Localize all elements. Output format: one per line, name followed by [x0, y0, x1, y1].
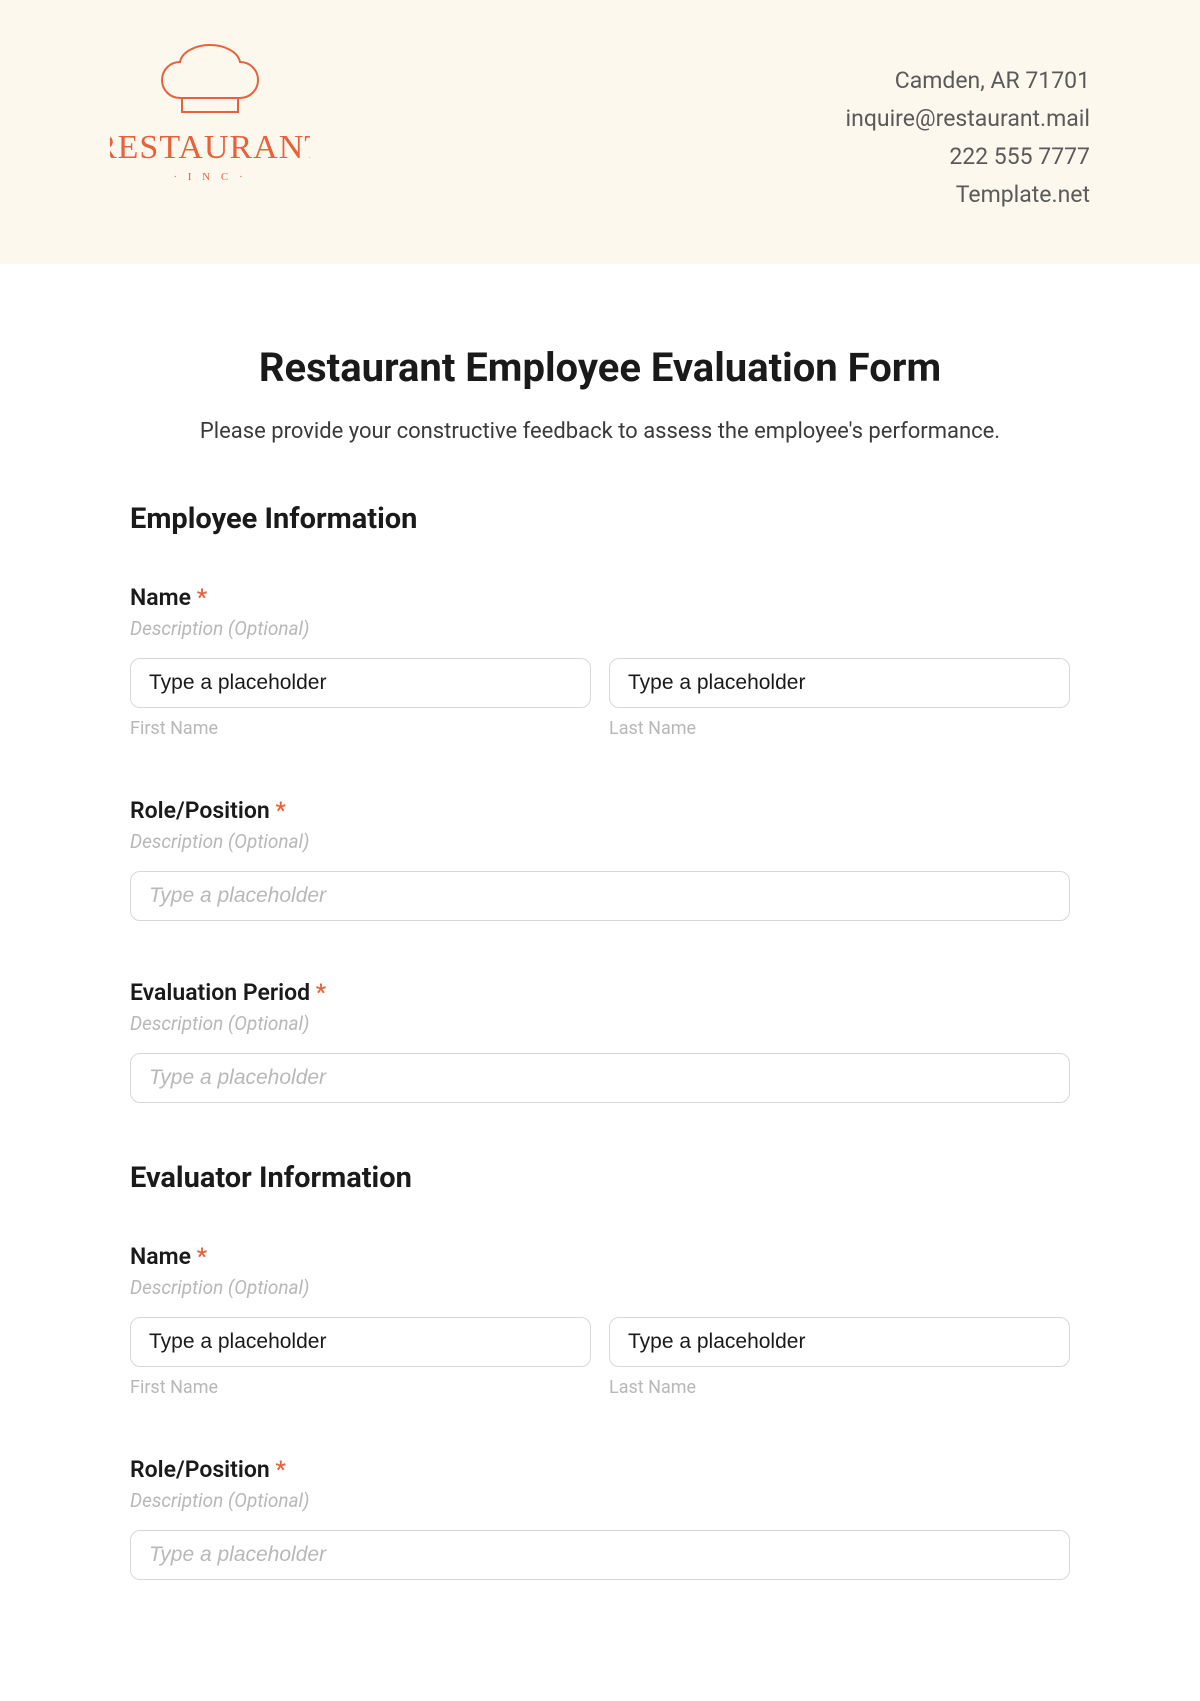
logo-text-main: RESTAURANT: [110, 129, 310, 166]
logo: RESTAURANT · I N C ·: [110, 40, 310, 205]
evaluator-role-input[interactable]: [130, 1530, 1070, 1580]
required-mark: *: [275, 1456, 285, 1483]
evaluator-first-name-input[interactable]: [130, 1317, 591, 1367]
sublabel-first-name: First Name: [130, 1377, 591, 1398]
label-evaluator-name: Name *: [130, 1243, 1070, 1270]
logo-text-sub: · I N C ·: [173, 171, 246, 183]
contact-info: Camden, AR 71701 inquire@restaurant.mail…: [846, 40, 1090, 214]
desc-evaluation-period: Description (Optional): [130, 1012, 1070, 1035]
sublabel-first-name: First Name: [130, 718, 591, 739]
label-employee-role: Role/Position *: [130, 797, 1070, 824]
required-mark: *: [197, 584, 207, 611]
employee-last-name-input[interactable]: [609, 658, 1070, 708]
employee-role-input[interactable]: [130, 871, 1070, 921]
field-employee-name: Name * Description (Optional) First Name…: [130, 584, 1070, 739]
section-evaluator-heading: Evaluator Information: [130, 1161, 1070, 1195]
label-evaluation-period: Evaluation Period *: [130, 979, 1070, 1006]
header-band: RESTAURANT · I N C · Camden, AR 71701 in…: [0, 0, 1200, 264]
desc-employee-role: Description (Optional): [130, 830, 1070, 853]
sublabel-last-name: Last Name: [609, 718, 1070, 739]
form-subtitle: Please provide your constructive feedbac…: [130, 419, 1070, 444]
section-employee-heading: Employee Information: [130, 502, 1070, 536]
desc-evaluator-role: Description (Optional): [130, 1489, 1070, 1512]
contact-address: Camden, AR 71701: [846, 62, 1090, 100]
label-employee-name: Name *: [130, 584, 1070, 611]
form-title: Restaurant Employee Evaluation Form: [130, 344, 1070, 391]
restaurant-logo-icon: RESTAURANT · I N C ·: [110, 40, 310, 200]
required-mark: *: [197, 1243, 207, 1270]
contact-email: inquire@restaurant.mail: [846, 100, 1090, 138]
evaluator-last-name-input[interactable]: [609, 1317, 1070, 1367]
required-mark: *: [316, 979, 326, 1006]
required-mark: *: [275, 797, 285, 824]
label-evaluator-role: Role/Position *: [130, 1456, 1070, 1483]
contact-site: Template.net: [846, 176, 1090, 214]
field-evaluator-name: Name * Description (Optional) First Name…: [130, 1243, 1070, 1398]
desc-evaluator-name: Description (Optional): [130, 1276, 1070, 1299]
field-employee-role: Role/Position * Description (Optional): [130, 797, 1070, 921]
sublabel-last-name: Last Name: [609, 1377, 1070, 1398]
evaluation-period-input[interactable]: [130, 1053, 1070, 1103]
contact-phone: 222 555 7777: [846, 138, 1090, 176]
employee-first-name-input[interactable]: [130, 658, 591, 708]
field-evaluator-role: Role/Position * Description (Optional): [130, 1456, 1070, 1580]
field-evaluation-period: Evaluation Period * Description (Optiona…: [130, 979, 1070, 1103]
form-main: Restaurant Employee Evaluation Form Plea…: [0, 264, 1200, 1678]
desc-employee-name: Description (Optional): [130, 617, 1070, 640]
